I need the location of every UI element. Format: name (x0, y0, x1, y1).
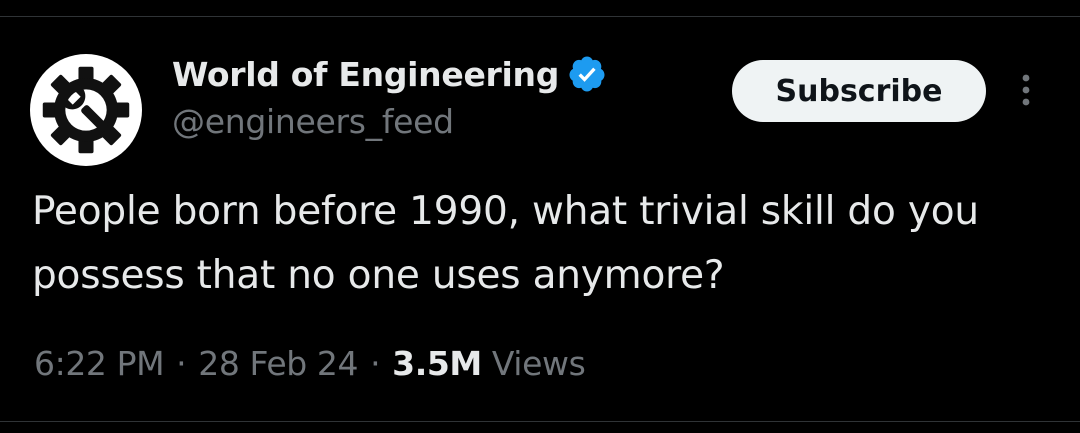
tweet-meta: 6:22 PM · 28 Feb 24 · 3.5M Views (34, 344, 586, 383)
more-vertical-icon (1022, 74, 1030, 106)
gear-wrench-icon (42, 66, 130, 154)
tweet-time[interactable]: 6:22 PM (34, 344, 165, 383)
author-handle[interactable]: @engineers_feed (172, 102, 454, 141)
author-display-name[interactable]: World of Engineering (172, 55, 559, 94)
views-count[interactable]: 3.5M (392, 344, 482, 383)
more-options-button[interactable] (1008, 70, 1044, 110)
meta-separator: · (176, 344, 187, 383)
tweet-text: People born before 1990, what trivial sk… (32, 189, 979, 298)
tweet-date[interactable]: 28 Feb 24 (198, 344, 358, 383)
bottom-divider (0, 421, 1080, 422)
author-name-row: World of Engineering (172, 52, 607, 96)
verified-badge-icon[interactable] (567, 54, 607, 94)
subscribe-button[interactable]: Subscribe (732, 60, 986, 122)
tweet: World of Engineering @engineers_feed Sub… (0, 0, 1080, 433)
meta-separator: · (370, 344, 381, 383)
avatar[interactable] (30, 54, 142, 166)
views-label: Views (491, 344, 586, 383)
